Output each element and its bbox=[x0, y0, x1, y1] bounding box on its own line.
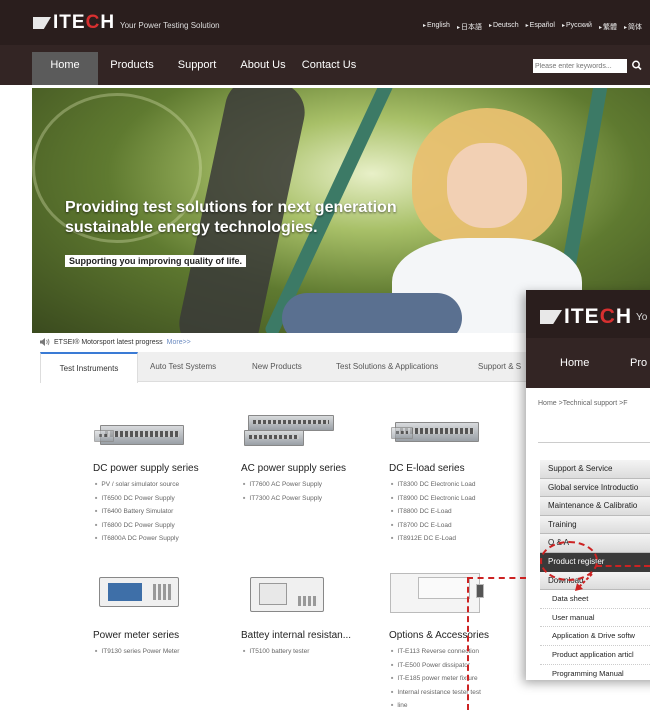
language-link[interactable]: English bbox=[423, 22, 450, 32]
product-link[interactable]: IT8912E DC E-Load bbox=[391, 532, 475, 546]
language-link[interactable]: 繁體 bbox=[599, 22, 617, 32]
tab-auto-test-systems[interactable]: Auto Test Systems bbox=[150, 352, 216, 382]
nav-contact-us[interactable]: Contact Us bbox=[298, 45, 360, 85]
product-link[interactable]: IT6400 Battery Simulator bbox=[95, 505, 179, 519]
product-link[interactable]: IT8800 DC E-Load bbox=[391, 505, 475, 519]
power-meter-image[interactable] bbox=[99, 577, 179, 607]
search-input[interactable] bbox=[533, 59, 627, 73]
support-menu-item[interactable]: Global service Introductio bbox=[540, 478, 650, 498]
product-link[interactable]: IT8900 DC Electronic Load bbox=[391, 492, 475, 506]
product-list-dc-eload: IT8300 DC Electronic LoadIT8900 DC Elect… bbox=[391, 478, 475, 546]
product-link[interactable]: IT6800 DC Power Supply bbox=[95, 519, 179, 533]
annotation-arrow-icon bbox=[575, 573, 593, 591]
overlay-logo[interactable]: ITECH Yo bbox=[540, 305, 647, 329]
product-title-ac-power[interactable]: AC power supply series bbox=[241, 463, 346, 474]
divider bbox=[538, 442, 650, 443]
product-list-power-meter: IT9130 series Power Meter bbox=[95, 645, 179, 659]
nav-home[interactable]: Home bbox=[32, 52, 98, 85]
product-title-power-meter[interactable]: Power meter series bbox=[93, 630, 179, 641]
language-link[interactable]: Русский bbox=[562, 22, 592, 32]
annotation-line bbox=[467, 577, 469, 710]
support-menu-item[interactable]: Product application articl bbox=[540, 645, 650, 665]
support-menu-item[interactable]: Training bbox=[540, 515, 650, 535]
overlay-nav-home[interactable]: Home bbox=[560, 338, 589, 388]
product-link[interactable]: IT9130 series Power Meter bbox=[95, 645, 179, 659]
language-link[interactable]: 简体 bbox=[624, 22, 642, 32]
tagline: Your Power Testing Solution bbox=[120, 21, 220, 30]
itech-logo[interactable]: ITECH bbox=[33, 12, 115, 34]
product-list-battery-tester: IT5100 battery tester bbox=[243, 645, 309, 659]
product-link[interactable]: IT6800A DC Power Supply bbox=[95, 532, 179, 546]
nav-about-us[interactable]: About Us bbox=[235, 45, 291, 85]
support-menu-item[interactable]: Data sheet bbox=[540, 590, 650, 609]
product-link[interactable]: IT5100 battery tester bbox=[243, 645, 309, 659]
language-link[interactable]: 日本語 bbox=[457, 22, 482, 32]
tab-test-solutions[interactable]: Test Solutions & Applications bbox=[336, 352, 438, 382]
product-link[interactable]: PV / solar simulator source bbox=[95, 478, 179, 492]
product-link[interactable]: IT8700 DC E-Load bbox=[391, 519, 475, 533]
product-list-ac-power: IT7600 AC Power SupplyIT7300 AC Power Su… bbox=[243, 478, 322, 505]
product-link[interactable]: IT8300 DC Electronic Load bbox=[391, 478, 475, 492]
product-title-accessories[interactable]: Options & Accessories bbox=[389, 630, 489, 641]
overlay-nav: Home Pro bbox=[526, 338, 650, 388]
language-link[interactable]: Español bbox=[526, 22, 555, 32]
product-link[interactable]: IT6500 DC Power Supply bbox=[95, 492, 179, 506]
ac-power-supply-image[interactable] bbox=[248, 415, 334, 431]
overlay-header: ITECH Yo bbox=[526, 290, 650, 338]
logo-mark-icon bbox=[33, 17, 51, 29]
top-bar: ITECH Your Power Testing Solution Englis… bbox=[0, 0, 650, 45]
search-icon[interactable] bbox=[630, 58, 644, 73]
tab-test-instruments[interactable]: Test Instruments bbox=[40, 352, 138, 383]
nav-support[interactable]: Support bbox=[170, 45, 224, 85]
annotation-line bbox=[467, 577, 526, 579]
support-menu-item[interactable]: Programming Manual bbox=[540, 664, 650, 680]
product-link[interactable]: IT7600 AC Power Supply bbox=[243, 478, 322, 492]
product-title-battery-tester[interactable]: Battey internal resistan... bbox=[241, 630, 351, 641]
support-menu-item[interactable]: Support & Service bbox=[540, 460, 650, 479]
breadcrumb: Home >Technical support >F bbox=[538, 400, 628, 407]
news-more-link[interactable]: More>> bbox=[167, 339, 191, 346]
support-page-overlay: ITECH Yo Home Pro Home >Technical suppor… bbox=[526, 290, 650, 680]
tab-new-products[interactable]: New Products bbox=[252, 352, 302, 382]
support-menu-item[interactable]: User manual bbox=[540, 608, 650, 628]
news-ticker: ETSEI® Motorsport latest progress More>> bbox=[40, 338, 191, 346]
language-links: English 日本語 Deutsch Español Русский 繁體简体 bbox=[423, 22, 642, 32]
product-link[interactable]: IT7300 AC Power Supply bbox=[243, 492, 322, 506]
support-menu-item[interactable]: Maintenance & Calibratio bbox=[540, 497, 650, 516]
nav-products[interactable]: Products bbox=[104, 45, 160, 85]
banner-subline: Supporting you improving quality of life… bbox=[65, 255, 246, 267]
product-list-dc-power: PV / solar simulator sourceIT6500 DC Pow… bbox=[95, 478, 179, 546]
logo-mark-icon bbox=[540, 310, 562, 324]
battery-tester-image[interactable] bbox=[250, 577, 324, 612]
banner-headline: Providing test solutions for next genera… bbox=[65, 199, 397, 236]
page: ITECH Your Power Testing Solution Englis… bbox=[0, 0, 650, 710]
product-title-dc-eload[interactable]: DC E-load series bbox=[389, 463, 465, 474]
language-link[interactable]: Deutsch bbox=[489, 22, 519, 32]
annotation-line bbox=[596, 565, 650, 567]
speaker-icon bbox=[40, 338, 50, 346]
product-title-dc-power[interactable]: DC power supply series bbox=[93, 463, 199, 474]
support-menu-item[interactable]: Application & Drive softw bbox=[540, 627, 650, 646]
tab-support[interactable]: Support & S bbox=[478, 352, 521, 382]
overlay-nav-products[interactable]: Pro bbox=[630, 338, 647, 388]
news-headline[interactable]: ETSEI® Motorsport latest progress bbox=[54, 339, 163, 346]
